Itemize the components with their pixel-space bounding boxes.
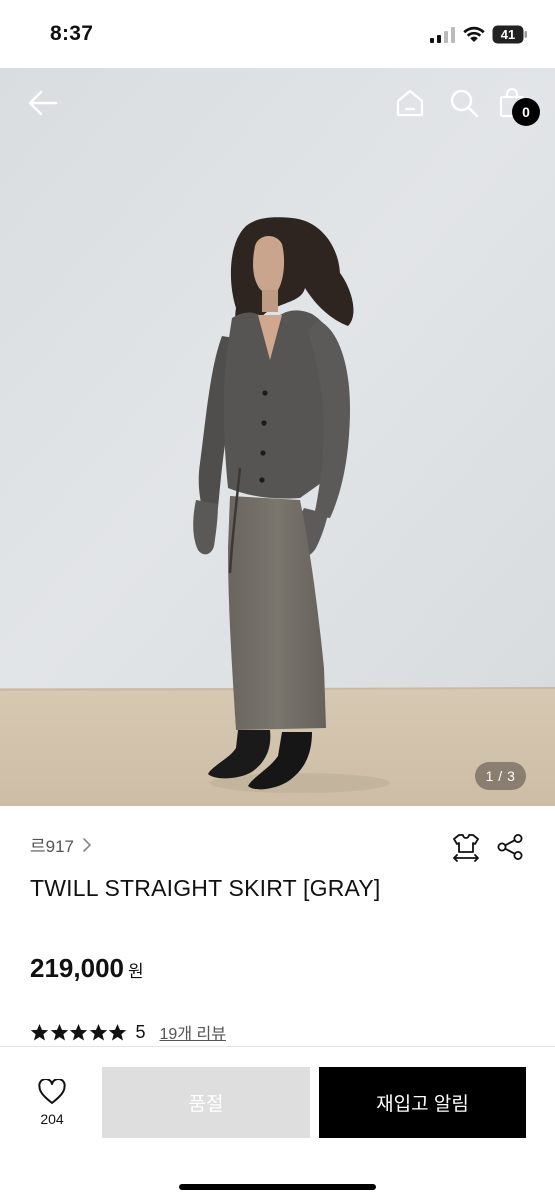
price-row: 219,000 원 [30, 953, 144, 984]
brand-name: 르917 [30, 837, 75, 856]
image-counter: 1 / 3 [475, 762, 526, 790]
product-detail-screen: 8:37 41 0 1 / 3 르917 TWILL STRAIGHT SKIR… [0, 0, 555, 1200]
home-indicator [179, 1184, 376, 1190]
star-icon [108, 1023, 127, 1040]
cellular-signal-icon [430, 27, 455, 43]
bottom-action-bar: 204 품절 재입고 알림 [0, 1046, 555, 1200]
chevron-right-icon [83, 837, 91, 852]
like-count: 204 [40, 1111, 64, 1127]
share-icon[interactable] [496, 833, 524, 861]
star-icon [50, 1023, 68, 1040]
currency-unit: 원 [127, 962, 144, 981]
status-bar: 8:37 41 [0, 0, 555, 68]
review-count-link[interactable]: 19개 리뷰 [160, 1020, 226, 1044]
home-icon[interactable] [395, 88, 425, 118]
size-guide-icon[interactable] [451, 832, 481, 862]
restock-alert-button[interactable]: 재입고 알림 [319, 1067, 526, 1138]
price: 219,000 [30, 953, 124, 983]
brand-link[interactable]: 르917 [30, 832, 92, 857]
product-image-gallery[interactable]: 0 1 / 3 [0, 68, 555, 806]
star-icon [30, 1023, 49, 1040]
sold-out-button: 품절 [102, 1067, 310, 1138]
battery-icon: 41 [492, 25, 528, 44]
battery-level: 41 [501, 27, 515, 42]
star-rating [30, 1023, 128, 1042]
search-icon[interactable] [449, 88, 479, 118]
like-button[interactable]: 204 [24, 1079, 80, 1139]
rating-row: 5 19개 리뷰 [30, 1020, 226, 1044]
back-arrow-icon[interactable] [26, 88, 60, 118]
star-icon [69, 1023, 88, 1040]
star-icon [89, 1023, 107, 1040]
rating-score: 5 [135, 1021, 146, 1042]
wifi-icon [463, 26, 485, 42]
product-title: TWILL STRAIGHT SKIRT [GRAY] [30, 875, 381, 901]
status-time: 8:37 [50, 22, 94, 45]
heart-icon [38, 1079, 66, 1104]
product-photo [0, 68, 555, 806]
cart-count-badge[interactable]: 0 [512, 98, 540, 126]
